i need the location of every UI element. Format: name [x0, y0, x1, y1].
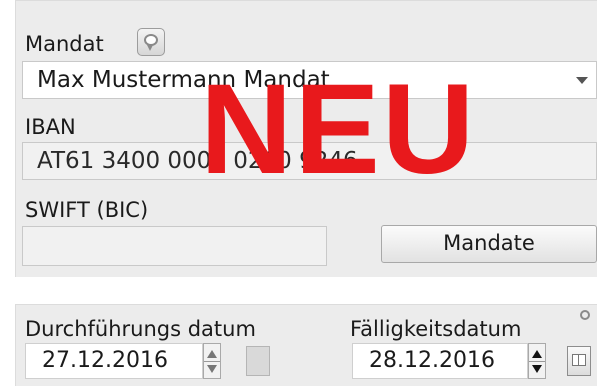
execution-date-label: Durchführungs datum	[25, 317, 256, 341]
execution-date-field[interactable]: 27.12.2016	[25, 343, 203, 379]
due-date-spinner[interactable]	[528, 343, 546, 379]
due-date-value: 28.12.2016	[369, 348, 495, 373]
swift-label: SWIFT (BIC)	[25, 198, 149, 222]
due-date-field[interactable]: 28.12.2016	[352, 343, 528, 379]
mandat-label: Mandat	[25, 32, 104, 56]
speech-bubble-icon[interactable]	[580, 310, 590, 320]
swift-field[interactable]	[22, 226, 327, 266]
mandate-button[interactable]: Mandate	[381, 225, 597, 263]
due-date-label: Fälligkeitsdatum	[350, 317, 522, 341]
mandat-info-button[interactable]	[137, 28, 165, 56]
dropdown-arrow-icon[interactable]	[576, 77, 588, 84]
spinner-down-icon[interactable]	[532, 365, 542, 373]
calendar-icon	[572, 354, 586, 366]
spinner-up-icon[interactable]	[532, 350, 542, 358]
execution-date-value: 27.12.2016	[42, 348, 168, 373]
execution-date-spinner[interactable]	[203, 343, 221, 379]
iban-label: IBAN	[25, 115, 76, 139]
spinner-up-icon[interactable]	[207, 350, 217, 358]
new-overlay-stamp: NEU	[200, 58, 477, 201]
spinner-down-icon[interactable]	[207, 365, 217, 373]
due-calendar-button[interactable]	[567, 346, 591, 376]
execution-calendar-button	[246, 346, 270, 376]
